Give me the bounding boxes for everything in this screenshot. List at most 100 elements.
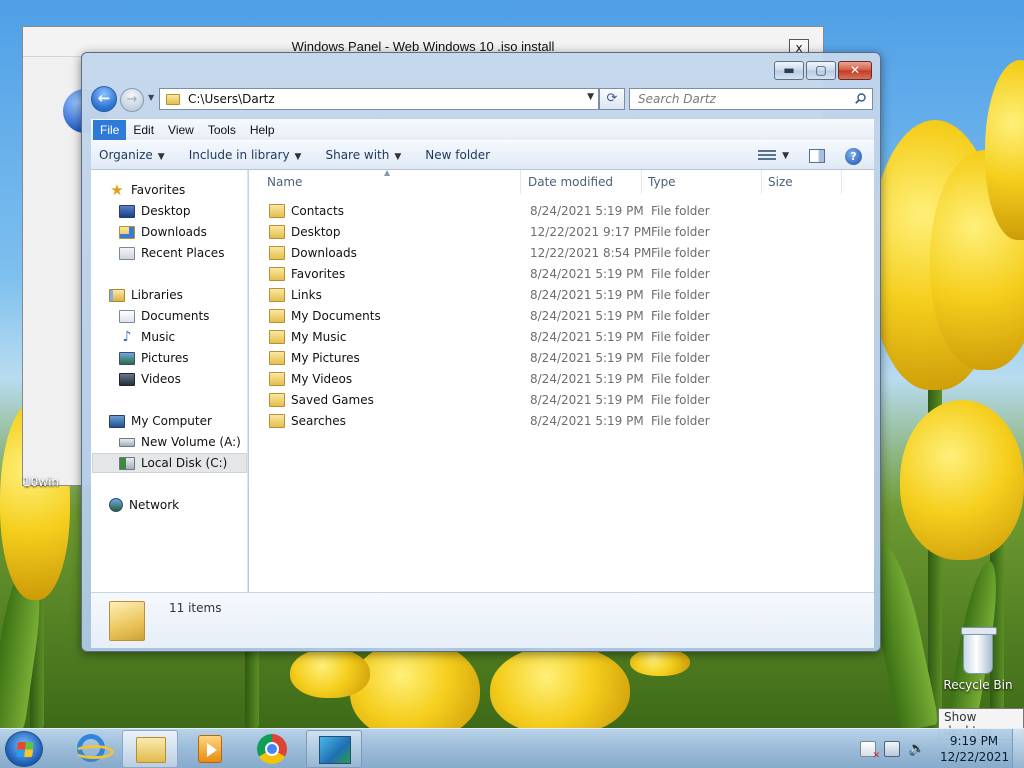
file-row[interactable]: Links 8/24/2021 5:19 PM File folder: [262, 285, 862, 306]
taskbar-chrome[interactable]: [244, 730, 300, 768]
nav-music-label: Music: [141, 330, 176, 344]
search-box[interactable]: Search Dartz: [629, 88, 873, 110]
back-button[interactable]: ←: [91, 86, 117, 112]
nav-network[interactable]: Network: [109, 495, 179, 515]
address-dropdown-icon[interactable]: ▼: [587, 92, 594, 102]
nav-local-disk[interactable]: Local Disk (C:): [92, 453, 247, 473]
file-type: File folder: [651, 351, 710, 365]
file-row[interactable]: Favorites 8/24/2021 5:19 PM File folder: [262, 264, 862, 285]
column-size[interactable]: Size: [762, 170, 842, 194]
taskbar-windows-explorer[interactable]: [122, 730, 178, 768]
folder-icon: [269, 204, 285, 218]
menu-tools[interactable]: Tools: [201, 120, 243, 140]
menu-view[interactable]: View: [161, 120, 201, 140]
tulip: [290, 648, 370, 698]
file-name: Favorites: [291, 267, 346, 281]
file-row[interactable]: My Music 8/24/2021 5:19 PM File folder: [262, 327, 862, 348]
file-date-modified: 8/24/2021 5:19 PM: [530, 309, 644, 323]
folder-icon: [269, 246, 285, 260]
organize-button[interactable]: Organize ▼: [91, 140, 173, 170]
file-row[interactable]: Saved Games 8/24/2021 5:19 PM File folder: [262, 390, 862, 411]
refresh-button[interactable]: ⟳: [599, 88, 625, 110]
nav-my-computer-label: My Computer: [131, 414, 212, 428]
network-icon[interactable]: [884, 741, 900, 757]
recent-pages-chevron-icon[interactable]: ▼: [148, 93, 154, 102]
file-row[interactable]: My Pictures 8/24/2021 5:19 PM File folder: [262, 348, 862, 369]
folder-icon: [166, 93, 180, 105]
search-placeholder[interactable]: Search Dartz: [638, 92, 716, 106]
forward-button[interactable]: →: [120, 88, 144, 112]
media-player-icon: [198, 735, 222, 763]
include-in-library-button[interactable]: Include in library ▼: [181, 140, 310, 170]
menu-help[interactable]: Help: [243, 120, 282, 140]
nav-new-volume[interactable]: New Volume (A:): [119, 432, 241, 452]
address-bar[interactable]: C:\Users\Dartz ▼: [159, 88, 599, 110]
menu-file[interactable]: File: [93, 119, 127, 140]
recycle-bin-shortcut[interactable]: Recycle Bin: [938, 627, 1018, 692]
file-type: File folder: [651, 204, 710, 218]
pictures-icon: [119, 351, 135, 365]
downloads-folder-icon: [119, 225, 135, 239]
column-name[interactable]: Name: [261, 170, 521, 194]
column-date-modified[interactable]: Date modified: [522, 170, 642, 194]
nav-downloads[interactable]: Downloads: [119, 222, 207, 242]
chevron-down-icon: ▼: [394, 152, 402, 162]
file-date-modified: 8/24/2021 5:19 PM: [530, 351, 644, 365]
file-date-modified: 8/24/2021 5:19 PM: [530, 372, 644, 386]
action-center-flag-icon[interactable]: [860, 741, 880, 761]
nav-downloads-label: Downloads: [141, 225, 207, 239]
column-type[interactable]: Type: [642, 170, 762, 194]
file-row[interactable]: Desktop 12/22/2021 9:17 PM File folder: [262, 222, 862, 243]
nav-pictures-label: Pictures: [141, 351, 189, 365]
tulip-stem: [245, 640, 259, 728]
file-row[interactable]: Searches 8/24/2021 5:19 PM File folder: [262, 411, 862, 432]
change-view-icon[interactable]: [758, 150, 777, 162]
nav-recent-places[interactable]: Recent Places: [119, 243, 224, 263]
preview-pane-icon[interactable]: [809, 149, 825, 163]
organize-label: Organize: [99, 148, 153, 162]
file-row[interactable]: Contacts 8/24/2021 5:19 PM File folder: [262, 201, 862, 222]
explorer-window[interactable]: ▬ ▢ ✕ ← → ▼ C:\Users\Dartz ▼ ⟳ Search Da…: [81, 52, 881, 652]
taskbar-media-player[interactable]: [182, 730, 238, 768]
nav-pictures[interactable]: Pictures: [119, 348, 189, 368]
file-type: File folder: [651, 288, 710, 302]
address-path[interactable]: C:\Users\Dartz: [188, 92, 275, 106]
nav-network-label: Network: [129, 498, 180, 512]
clock[interactable]: 9:19 PM 12/22/2021: [940, 733, 1009, 765]
close-button[interactable]: ✕: [838, 61, 872, 80]
file-date-modified: 8/24/2021 5:19 PM: [530, 288, 644, 302]
chrome-icon: [257, 734, 287, 764]
nav-my-computer[interactable]: My Computer: [109, 411, 212, 431]
menu-edit[interactable]: Edit: [126, 120, 161, 140]
nav-videos[interactable]: Videos: [119, 369, 181, 389]
folder-icon: [269, 330, 285, 344]
new-folder-button[interactable]: New folder: [417, 140, 498, 170]
folder-icon: [269, 309, 285, 323]
share-with-button[interactable]: Share with ▼: [317, 140, 409, 170]
file-row[interactable]: My Documents 8/24/2021 5:19 PM File folder: [262, 306, 862, 327]
desktop-icon-label-10win[interactable]: 10win: [23, 475, 59, 489]
nav-desktop-label: Desktop: [141, 204, 191, 218]
nav-libraries[interactable]: Libraries: [109, 285, 183, 305]
view-options-chevron-icon[interactable]: ▼: [782, 151, 789, 161]
start-button[interactable]: [5, 731, 43, 767]
maximize-button[interactable]: ▢: [806, 61, 836, 80]
search-icon[interactable]: [855, 93, 866, 104]
nav-documents[interactable]: Documents: [119, 306, 209, 326]
nav-music[interactable]: ♪ Music: [119, 327, 176, 347]
minimize-button[interactable]: ▬: [774, 61, 804, 80]
taskbar: 🔈 9:19 PM 12/22/2021: [0, 728, 1024, 768]
command-bar: Organize ▼ Include in library ▼ Share with…: [91, 140, 874, 170]
show-desktop-button[interactable]: [1012, 729, 1024, 768]
help-icon[interactable]: ?: [845, 147, 862, 165]
nav-desktop[interactable]: Desktop: [119, 201, 191, 221]
nav-favorites[interactable]: ★ Favorites: [109, 180, 185, 200]
taskbar-internet-explorer[interactable]: [62, 730, 118, 768]
item-count: 11 items: [169, 601, 222, 615]
network-globe-icon: [109, 498, 123, 512]
taskbar-windows-panel[interactable]: [306, 730, 362, 768]
nav-local-disk-label: Local Disk (C:): [141, 456, 228, 470]
file-row[interactable]: My Videos 8/24/2021 5:19 PM File folder: [262, 369, 862, 390]
volume-icon[interactable]: 🔈: [908, 741, 925, 757]
file-row[interactable]: Downloads 12/22/2021 8:54 PM File folder: [262, 243, 862, 264]
